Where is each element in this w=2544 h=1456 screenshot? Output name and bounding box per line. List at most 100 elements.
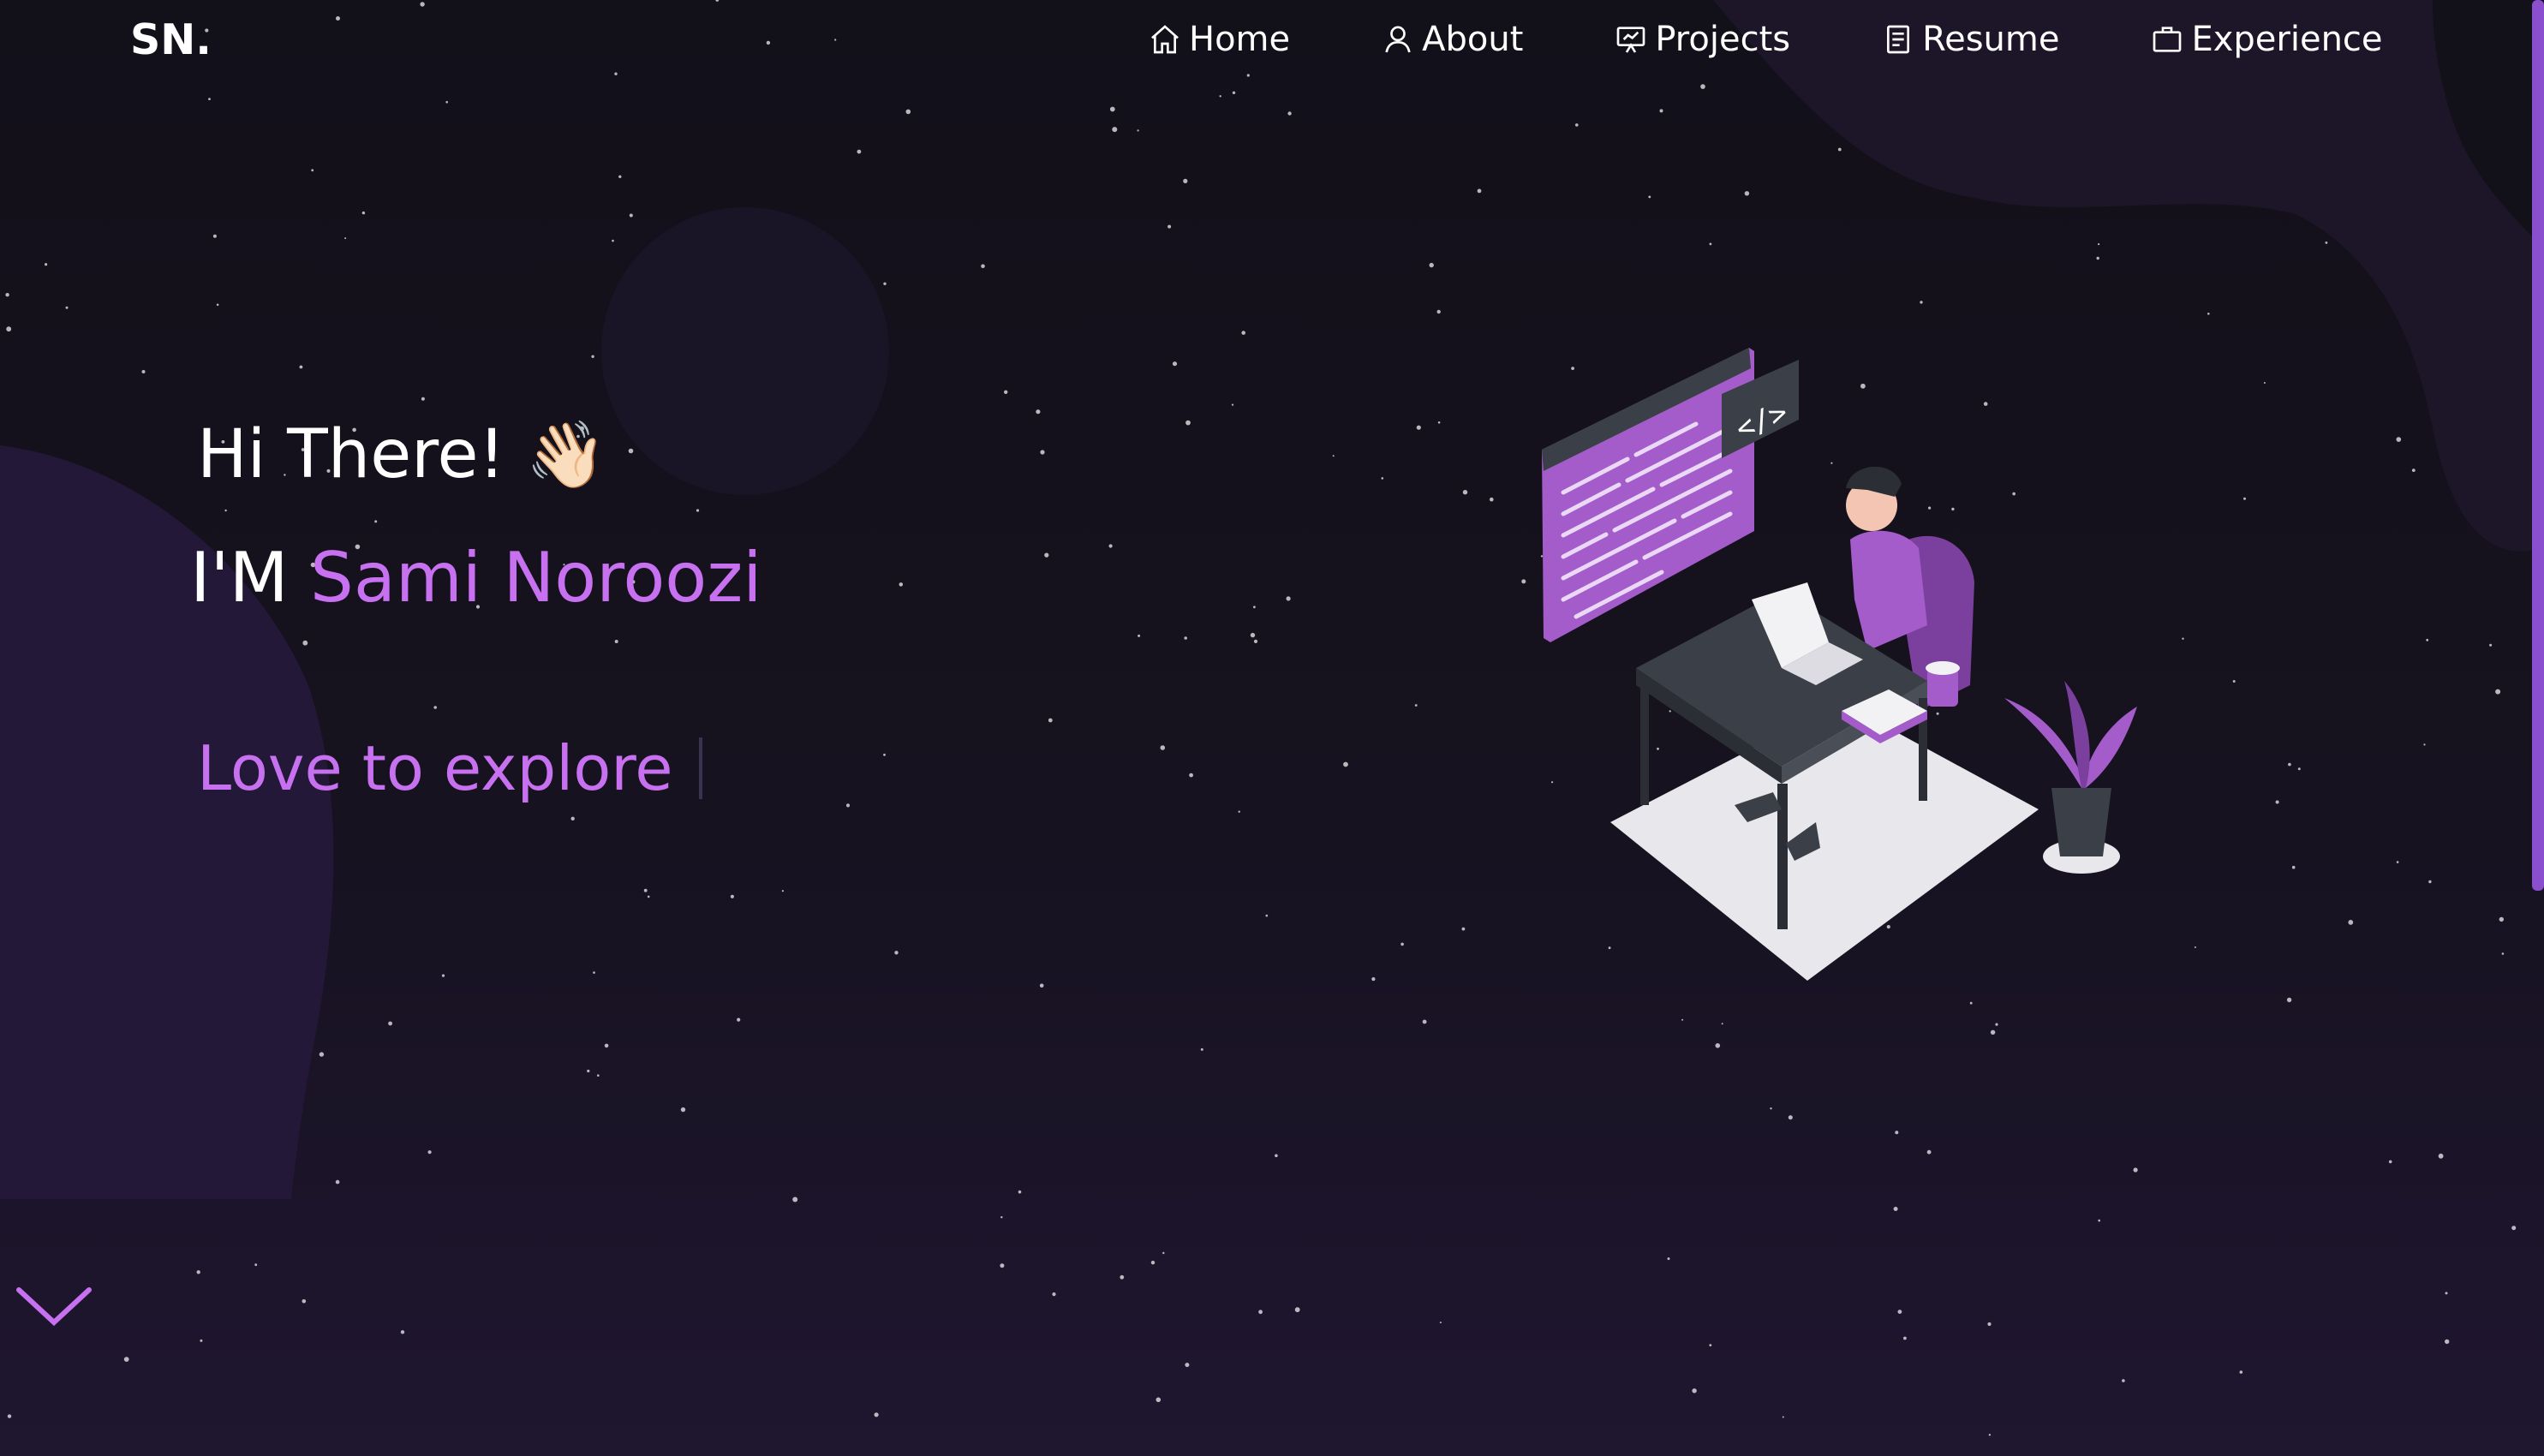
star bbox=[1162, 1251, 1165, 1255]
star bbox=[2239, 1370, 2243, 1374]
star bbox=[1287, 111, 1292, 116]
star bbox=[2423, 743, 2426, 746]
star bbox=[2286, 997, 2292, 1003]
star bbox=[2232, 680, 2236, 683]
star bbox=[905, 109, 911, 115]
star bbox=[141, 370, 146, 373]
star bbox=[1371, 977, 1376, 982]
star bbox=[570, 816, 575, 820]
nav-item-home[interactable]: Home bbox=[1148, 15, 1290, 63]
star bbox=[1185, 1363, 1190, 1368]
star bbox=[883, 753, 886, 756]
star bbox=[344, 237, 347, 240]
presentation-icon bbox=[1617, 27, 1645, 53]
star bbox=[1048, 718, 1053, 723]
star bbox=[1253, 639, 1258, 644]
star bbox=[2288, 762, 2291, 767]
nav-item-resume[interactable]: Resume bbox=[1881, 15, 2059, 63]
star bbox=[420, 2, 425, 7]
nav-item-experience[interactable]: Experience bbox=[2150, 15, 2383, 63]
star bbox=[1137, 129, 1139, 132]
star bbox=[1461, 927, 1466, 931]
star bbox=[2098, 1219, 2100, 1222]
star bbox=[715, 0, 720, 2]
star bbox=[680, 1107, 686, 1113]
star bbox=[2428, 880, 2432, 884]
page-scrollbar[interactable] bbox=[2532, 0, 2544, 891]
star bbox=[1253, 606, 1256, 609]
star bbox=[781, 890, 785, 892]
star bbox=[361, 211, 366, 215]
star bbox=[421, 397, 425, 401]
star bbox=[1000, 1263, 1005, 1268]
star bbox=[1490, 497, 1494, 502]
star bbox=[1414, 704, 1418, 707]
developer-at-desk-illustration: </> bbox=[1542, 348, 2137, 981]
star bbox=[1659, 109, 1663, 113]
star bbox=[123, 1357, 129, 1362]
intro-prefix: I'M bbox=[190, 538, 289, 618]
star bbox=[857, 149, 862, 154]
star bbox=[1183, 178, 1188, 183]
nav-item-projects[interactable]: Projects bbox=[1614, 15, 1790, 63]
hero-intro: I'M Sami Noroozi bbox=[190, 538, 761, 618]
star bbox=[874, 1412, 879, 1417]
star bbox=[212, 234, 217, 238]
scroll-down-chevron-icon[interactable] bbox=[15, 1285, 93, 1336]
background-circle-top bbox=[601, 207, 889, 495]
star bbox=[374, 520, 378, 523]
star bbox=[1238, 810, 1240, 813]
star bbox=[196, 1270, 200, 1274]
document-icon bbox=[1887, 25, 1910, 54]
typing-cursor bbox=[698, 737, 702, 799]
star bbox=[2297, 767, 2301, 771]
star bbox=[1138, 634, 1141, 637]
star bbox=[1275, 1154, 1278, 1158]
star bbox=[2511, 1226, 2517, 1231]
star bbox=[1167, 224, 1172, 229]
star bbox=[1897, 1310, 1902, 1314]
star bbox=[614, 72, 618, 75]
star bbox=[208, 98, 211, 100]
star bbox=[1018, 1190, 1022, 1194]
star bbox=[1429, 262, 1434, 268]
star bbox=[1715, 1043, 1721, 1048]
star bbox=[1477, 188, 1482, 194]
nav-item-label: Home bbox=[1189, 20, 1291, 59]
star bbox=[1681, 1018, 1684, 1021]
star bbox=[845, 803, 851, 808]
star bbox=[618, 175, 622, 178]
site-logo[interactable]: SN. bbox=[130, 15, 212, 64]
star bbox=[336, 16, 340, 21]
star bbox=[7, 1414, 12, 1418]
star bbox=[597, 1074, 600, 1077]
star bbox=[1150, 1261, 1156, 1265]
star bbox=[1219, 95, 1221, 98]
nav-item-about[interactable]: About bbox=[1381, 15, 1523, 63]
star bbox=[2499, 916, 2504, 922]
star bbox=[1648, 195, 1651, 199]
briefcase-icon bbox=[2153, 27, 2182, 52]
main-navigation: Home About Projects Resume Experience bbox=[1148, 15, 2383, 63]
star bbox=[1036, 409, 1041, 415]
star bbox=[1343, 761, 1348, 767]
star bbox=[2426, 638, 2429, 641]
star bbox=[1250, 632, 1256, 638]
star bbox=[737, 1017, 741, 1022]
star bbox=[311, 169, 314, 172]
star bbox=[2489, 643, 2493, 647]
star bbox=[1112, 127, 1118, 133]
star bbox=[696, 509, 700, 512]
star bbox=[1246, 74, 1250, 77]
star bbox=[614, 640, 618, 643]
star bbox=[1895, 1131, 1899, 1135]
star bbox=[1462, 490, 1468, 495]
nav-item-label: Projects bbox=[1655, 20, 1791, 59]
star bbox=[216, 303, 219, 307]
star bbox=[643, 888, 648, 892]
star bbox=[2388, 1160, 2392, 1164]
star bbox=[1172, 361, 1178, 367]
star bbox=[587, 1069, 590, 1073]
star bbox=[2396, 861, 2399, 863]
star bbox=[45, 263, 48, 266]
